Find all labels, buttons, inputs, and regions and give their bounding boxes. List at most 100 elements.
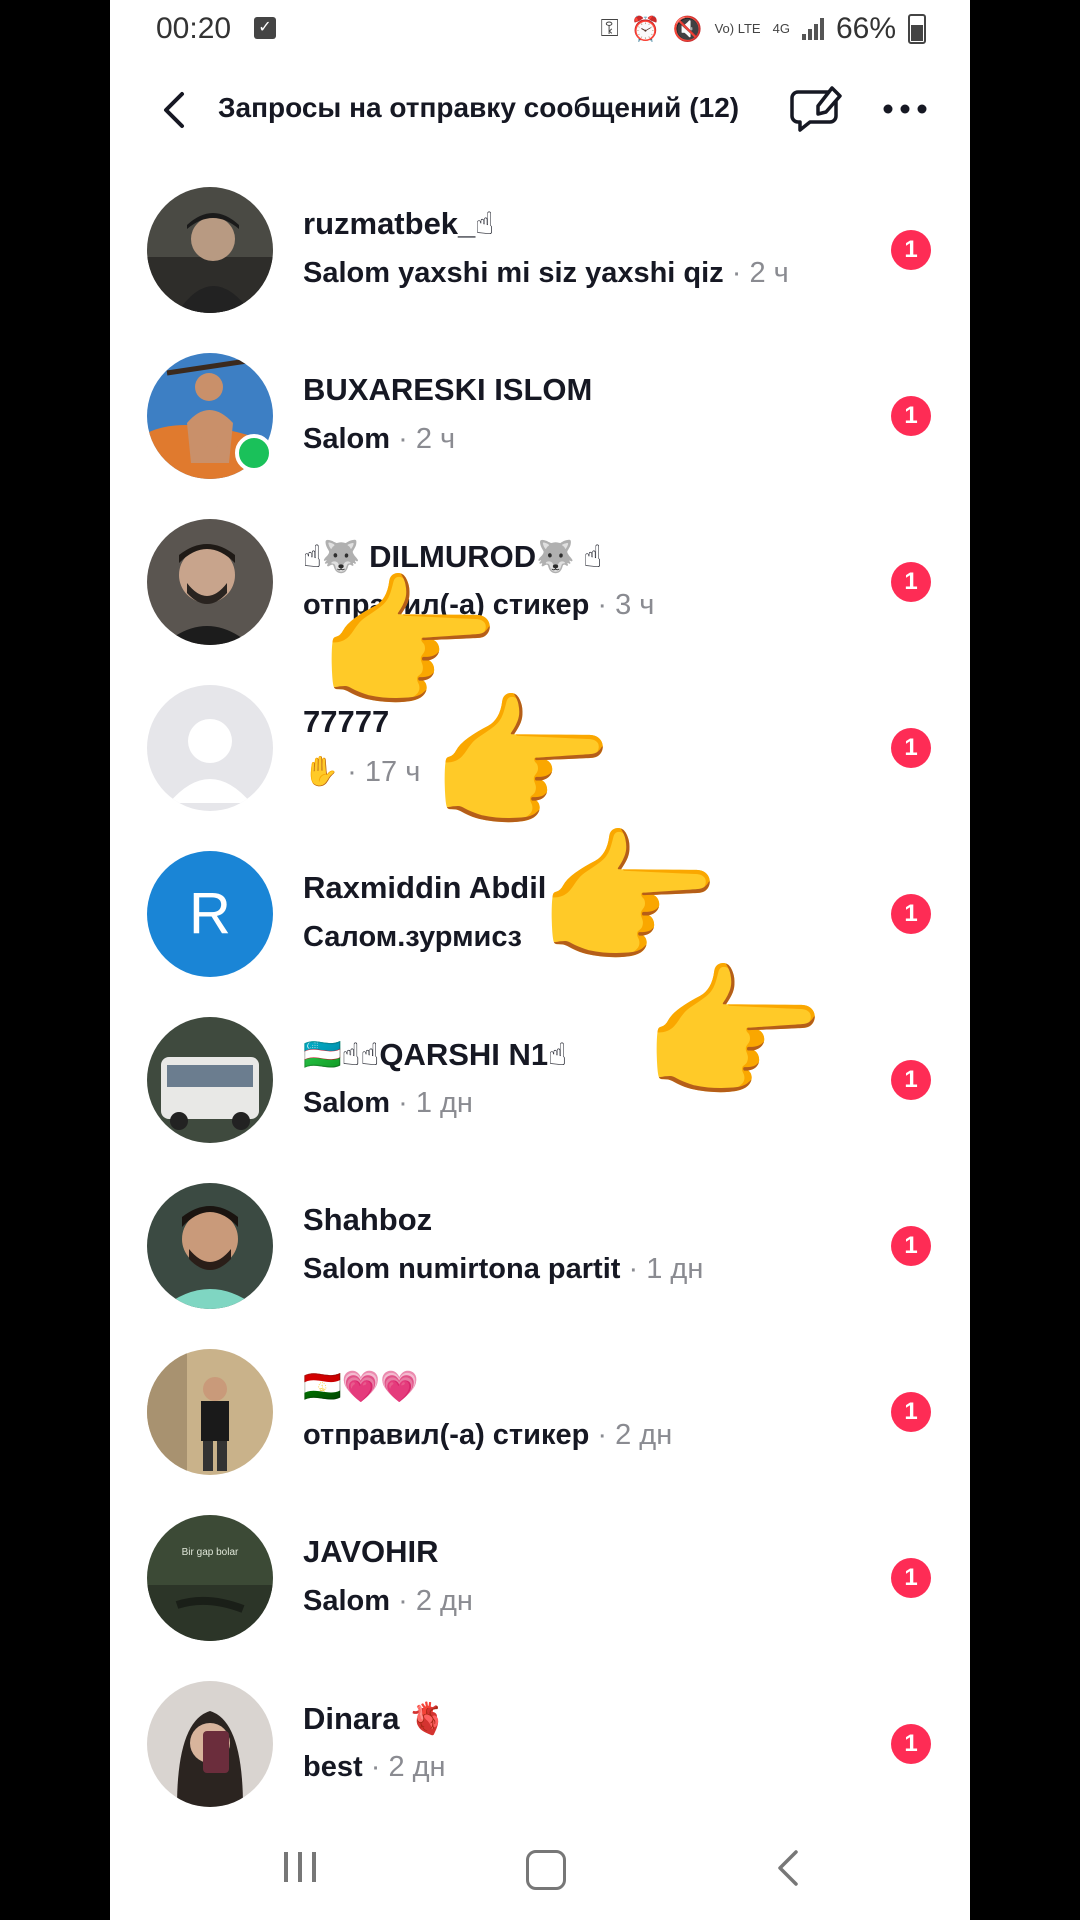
avatar[interactable]: Bir gap bolar xyxy=(147,1515,273,1641)
system-back-button[interactable] xyxy=(770,1848,810,1888)
request-time: 2 ч xyxy=(749,257,789,289)
avatar[interactable] xyxy=(147,1681,273,1807)
request-time: 3 ч xyxy=(615,589,655,621)
request-row[interactable]: Bir gap bolar JAVOHIR Salom · 2 дн 1 xyxy=(110,1494,970,1660)
request-count: (12) xyxy=(689,92,740,123)
page-title: Запросы на отправку сообщений (12) xyxy=(218,92,739,124)
request-preview: Салом.зурмисз xyxy=(303,921,522,954)
request-row[interactable]: ruzmatbek_☝ Salom yaxshi mi siz yaxshi q… xyxy=(110,166,970,332)
recent-apps-button[interactable] xyxy=(284,1852,316,1882)
request-time: 2 дн xyxy=(415,1585,473,1617)
chevron-left-icon xyxy=(164,92,184,128)
separator-dot: · xyxy=(731,257,742,289)
avatar[interactable] xyxy=(147,519,273,645)
request-message: Salom xyxy=(303,1087,391,1119)
unread-badge: 1 xyxy=(891,1558,931,1598)
avatar[interactable] xyxy=(147,1349,273,1475)
request-message: Salom yaxshi mi siz yaxshi qiz xyxy=(303,257,724,289)
request-time: 1 дн xyxy=(646,1253,704,1285)
request-row[interactable]: ☝🐺 DILMUROD🐺 ☝ отправил(-а) стикер · 3 ч… xyxy=(110,498,970,664)
mute-icon: 🔇 xyxy=(672,15,703,43)
signal-icon xyxy=(801,18,824,40)
user-placeholder-icon xyxy=(169,719,251,803)
separator-dot: · xyxy=(597,1419,608,1451)
status-icons: ⚿ ⏰ 🔇 Vo) LTE 4G 66% xyxy=(601,12,926,46)
avatar[interactable] xyxy=(147,1183,273,1309)
separator-dot: · xyxy=(628,1253,639,1285)
letter-avatar[interactable]: R xyxy=(147,851,273,977)
notification-check-icon: ✓ xyxy=(254,17,276,39)
unread-badge: 1 xyxy=(891,1060,931,1100)
page-header: Запросы на отправку сообщений (12) xyxy=(110,70,970,150)
default-avatar[interactable] xyxy=(147,685,273,811)
request-time: 1 дн xyxy=(415,1087,473,1119)
unread-badge: 1 xyxy=(891,1226,931,1266)
avatar-caption: Bir gap bolar xyxy=(182,1547,239,1558)
network-label: 4G xyxy=(772,21,790,36)
separator-dot: · xyxy=(370,1751,381,1783)
unread-badge: 1 xyxy=(891,562,931,602)
request-time: 2 ч xyxy=(415,423,456,455)
unread-badge: 1 xyxy=(891,1392,931,1432)
request-row[interactable]: 🇺🇿☝☝QARSHI N1☝ Salom · 1 дн 1 xyxy=(110,996,970,1162)
back-arrow-icon xyxy=(778,1850,798,1886)
request-name: Shahboz xyxy=(303,1202,433,1237)
back-button[interactable] xyxy=(154,88,194,132)
request-time: 17 ч xyxy=(364,756,421,788)
request-message: Salom xyxy=(303,1585,391,1617)
message-settings-icon xyxy=(790,86,842,132)
unread-badge: 1 xyxy=(891,894,931,934)
battery-icon xyxy=(908,14,926,44)
unread-badge: 1 xyxy=(891,728,931,768)
battery-percent: 66% xyxy=(835,12,896,45)
volte-label: Vo) LTE xyxy=(714,21,761,36)
status-time: 00:20 xyxy=(156,12,232,45)
request-name: ruzmatbek_☝ xyxy=(303,206,495,241)
separator-dot: · xyxy=(398,1087,408,1119)
request-preview: Salom yaxshi mi siz yaxshi qiz · 2 ч xyxy=(303,257,789,290)
request-name: JAVOHIR xyxy=(303,1534,439,1569)
request-preview: Salom · 1 дн xyxy=(303,1087,473,1120)
separator-dot: · xyxy=(398,1585,408,1617)
request-preview: Salom numirtona partit · 1 дн xyxy=(303,1253,703,1286)
avatar[interactable] xyxy=(147,187,273,313)
request-preview: Salom · 2 дн xyxy=(303,1585,473,1618)
unread-badge: 1 xyxy=(891,230,931,270)
navigation-bar xyxy=(110,1820,970,1920)
vpn-key-icon: ⚿ xyxy=(600,15,619,42)
request-message: best xyxy=(303,1751,363,1783)
unread-badge: 1 xyxy=(891,396,931,436)
separator-dot: · xyxy=(398,423,408,455)
request-preview: Salom · 2 ч xyxy=(303,423,455,456)
request-row[interactable]: Shahboz Salom numirtona partit · 1 дн 1 xyxy=(110,1162,970,1328)
separator-dot: · xyxy=(597,589,608,621)
request-row[interactable]: BUXARESKI ISLOM Salom · 2 ч 1 xyxy=(110,332,970,498)
request-name: Dinara 🫀 xyxy=(303,1701,447,1736)
unread-badge: 1 xyxy=(891,1724,931,1764)
request-message: Salom numirtona partit xyxy=(303,1253,621,1285)
request-name: Raxmiddin Abdil xyxy=(303,870,547,905)
screen: 00:20 ✓ ⚿ ⏰ 🔇 Vo) LTE 4G 66% Запросы на … xyxy=(110,0,970,1920)
more-options-button[interactable] xyxy=(880,94,930,124)
request-message: Salom xyxy=(303,423,391,455)
status-bar: 00:20 ✓ ⚿ ⏰ 🔇 Vo) LTE 4G 66% xyxy=(110,0,970,58)
request-message: Салом.зурмисз xyxy=(303,921,522,953)
request-preview: best · 2 дн xyxy=(303,1751,446,1784)
request-message: отправил(-а) стикер xyxy=(303,1419,590,1451)
home-button[interactable] xyxy=(526,1850,566,1890)
page-title-text: Запросы на отправку сообщений xyxy=(218,92,682,123)
request-name: 🇹🇯💗💗 xyxy=(303,1369,419,1404)
request-time: 2 дн xyxy=(388,1751,446,1783)
alarm-icon: ⏰ xyxy=(630,15,661,43)
avatar[interactable] xyxy=(147,1017,273,1143)
request-time: 2 дн xyxy=(615,1419,673,1451)
request-preview: ✋ · 17 ч xyxy=(303,755,420,789)
request-message: ✋ xyxy=(303,756,340,788)
online-status-icon xyxy=(235,434,273,472)
more-dots-icon xyxy=(883,104,927,114)
message-settings-button[interactable] xyxy=(790,82,844,136)
request-row[interactable]: Dinara 🫀 best · 2 дн 1 xyxy=(110,1660,970,1826)
request-name: 🇺🇿☝☝QARSHI N1☝ xyxy=(303,1037,568,1072)
request-row[interactable]: 🇹🇯💗💗 отправил(-а) стикер · 2 дн 1 xyxy=(110,1328,970,1494)
separator-dot: · xyxy=(347,756,357,788)
